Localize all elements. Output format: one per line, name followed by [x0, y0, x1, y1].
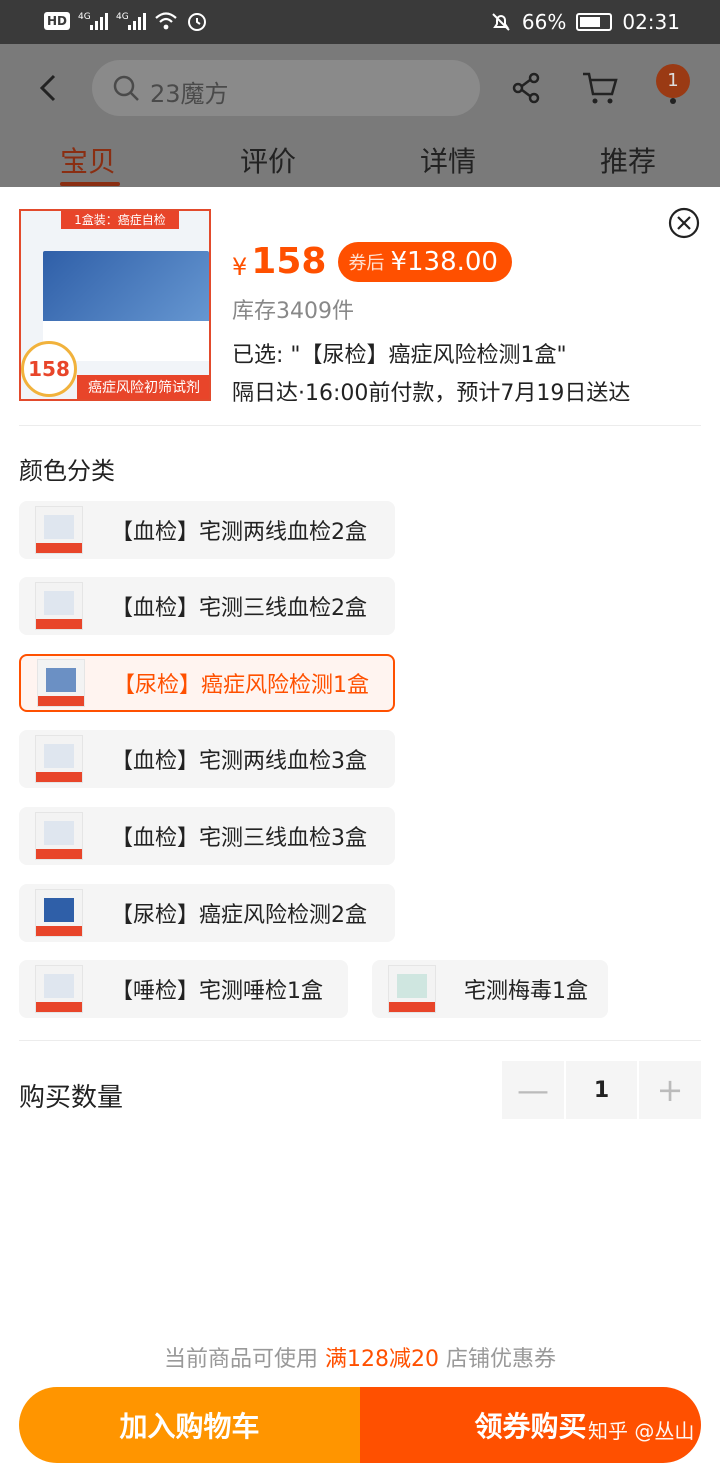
alarm-icon: [186, 10, 208, 32]
sku-thumb: [35, 582, 83, 630]
increment-button[interactable]: +: [639, 1061, 701, 1119]
thumb-bottom-label: 癌症风险初筛试剂: [77, 375, 209, 399]
watermark-text: 知乎 @丛山: [588, 1419, 695, 1443]
coupon-tip-suffix: 店铺优惠券: [439, 1347, 556, 1372]
tab-recommend[interactable]: 推荐: [600, 140, 656, 180]
coupon-tip-highlight: 满128减20: [325, 1347, 439, 1372]
sku-option-selected[interactable]: 【尿检】癌症风险检测1盒: [19, 654, 395, 712]
tab-underline: [60, 182, 120, 186]
decrement-button[interactable]: —: [502, 1061, 564, 1119]
tab-baobei[interactable]: 宝贝: [60, 140, 116, 180]
clock-time: 02:31: [622, 10, 680, 34]
quantity-value[interactable]: 1: [566, 1061, 637, 1119]
cart-icon[interactable]: [580, 70, 620, 106]
price-row: ¥ 158 券后 ¥138.00: [232, 241, 512, 282]
product-header: 23魔方 1 宝贝 评价 详情 推荐: [0, 44, 720, 187]
price: 158: [251, 241, 327, 282]
coupon-price-value: ¥138.00: [390, 246, 498, 277]
sku-option-label: 宅测梅毒1盒: [464, 979, 588, 1004]
sku-option[interactable]: 【血检】宅测两线血检3盒: [19, 730, 395, 788]
signal-icon: 4G: [78, 10, 109, 32]
more-dot-icon[interactable]: [670, 98, 676, 104]
search-icon: [112, 74, 140, 102]
battery-icon: [576, 13, 613, 31]
sku-thumb: [35, 889, 83, 937]
sku-option[interactable]: 宅测梅毒1盒: [372, 960, 608, 1018]
tab-reviews[interactable]: 评价: [240, 140, 296, 180]
sku-thumb: [37, 659, 85, 707]
sku-thumb: [35, 735, 83, 783]
divider: [19, 1040, 701, 1041]
selected-sku-text: 已选: "【尿检】癌症风险检测1盒": [232, 343, 567, 368]
back-arrow-icon[interactable]: [36, 72, 60, 104]
sku-option-label: 【尿检】癌症风险检测1盒: [113, 673, 369, 698]
sku-thumb: [35, 812, 83, 860]
add-to-cart-button[interactable]: 加入购物车: [19, 1387, 360, 1463]
thumb-top-label: 1盒装：癌症自检: [61, 211, 179, 229]
svg-text:4G: 4G: [78, 12, 91, 22]
currency-symbol: ¥: [232, 252, 248, 281]
product-tabs: 宝贝 评价 详情 推荐: [0, 140, 720, 187]
stock-text: 库存3409件: [232, 299, 354, 324]
close-icon[interactable]: [668, 207, 700, 239]
coupon-tip-prefix: 当前商品可使用: [164, 1347, 325, 1372]
sku-option[interactable]: 【唾检】宅测唾检1盒: [19, 960, 348, 1018]
search-bar[interactable]: 23魔方: [92, 60, 480, 116]
wifi-icon: [154, 10, 178, 32]
quantity-label: 购买数量: [19, 1083, 124, 1113]
status-bar: HD 4G 4G 66% 02:31: [0, 0, 720, 44]
svg-text:4G: 4G: [116, 12, 129, 22]
sku-option[interactable]: 【血检】宅测三线血检2盒: [19, 577, 395, 635]
sku-option[interactable]: 【血检】宅测两线血检2盒: [19, 501, 395, 559]
coupon-tip: 当前商品可使用 满128减20 店铺优惠券: [0, 1341, 720, 1373]
sku-thumb: [35, 965, 83, 1013]
mute-bell-icon: [490, 11, 512, 33]
hd-icon: HD: [44, 12, 71, 30]
sku-option-label: 【血检】宅测三线血检3盒: [111, 826, 367, 851]
battery-percent: 66%: [521, 10, 567, 34]
color-section-title: 颜色分类: [19, 457, 115, 485]
thumb-price-circle: 158: [21, 341, 77, 397]
search-placeholder: 23魔方: [150, 80, 229, 108]
sku-option-label: 【血检】宅测两线血检2盒: [111, 520, 367, 545]
tab-details[interactable]: 详情: [420, 140, 476, 180]
sku-option-label: 【唾检】宅测唾检1盒: [111, 979, 323, 1004]
divider: [19, 425, 701, 426]
sku-option-label: 【尿检】癌症风险检测2盒: [111, 903, 367, 928]
sku-thumb: [35, 506, 83, 554]
cart-badge[interactable]: 1: [656, 64, 690, 98]
sku-option-label: 【血检】宅测两线血检3盒: [111, 749, 367, 774]
coupon-tag: 券后: [348, 252, 385, 274]
sku-option-label: 【血检】宅测三线血检2盒: [111, 596, 367, 621]
signal-icon-2: 4G: [116, 10, 147, 32]
coupon-price-badge: 券后 ¥138.00: [338, 241, 512, 282]
sku-option[interactable]: 【血检】宅测三线血检3盒: [19, 807, 395, 865]
delivery-text: 隔日达·16:00前付款，预计7月19日送达: [232, 381, 631, 406]
sku-option[interactable]: 【尿检】癌症风险检测2盒: [19, 884, 395, 942]
share-icon[interactable]: [508, 70, 544, 106]
product-thumbnail[interactable]: 1盒装：癌症自检 158 癌症风险初筛试剂: [19, 209, 211, 401]
sku-sheet: 1盒装：癌症自检 158 癌症风险初筛试剂 ¥ 158 券后 ¥138.00 库…: [0, 187, 720, 1469]
sku-thumb: [388, 965, 436, 1013]
quantity-stepper: — 1 +: [502, 1061, 701, 1119]
